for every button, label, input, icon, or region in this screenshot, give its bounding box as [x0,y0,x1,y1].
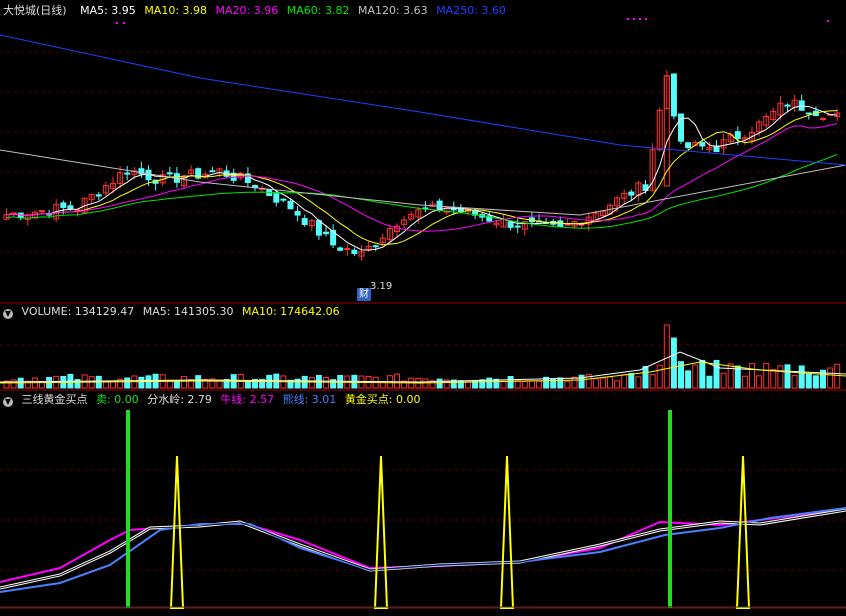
price-header: 大悦城(日线) MA5: 3.95 MA10: 3.98 MA20: 3.96 … [0,3,511,19]
candle-body [344,248,351,251]
ma10-label: MA10: 3.98 [144,4,208,17]
candle-body [74,209,81,212]
signal-dot [633,18,635,20]
candle-body [294,211,301,216]
collapse-icon[interactable]: ▼ [3,397,13,407]
candle-body [209,170,216,173]
candle-body [323,231,329,235]
volume-bar [195,375,202,389]
signal-dot [827,20,829,22]
indicator-header: ▼ 三线黄金买点 卖: 0.00 分水岭: 2.79 牛线: 2.57 熊线: … [0,392,426,408]
candle-body [166,172,173,175]
candle-body [280,198,287,201]
event-badge[interactable]: 财 [357,288,371,301]
volume-bar [685,370,692,389]
volume-bar [805,373,812,389]
candle-body [805,112,812,115]
candle-body [514,225,521,228]
sell-label: 卖: 0.00 [96,393,139,406]
volume-bar [479,379,486,389]
candle-body [507,221,514,228]
xiong-label: 熊线: 3.01 [282,393,337,406]
volume-bar [670,337,677,389]
ma20-label: MA20: 3.96 [215,4,279,17]
volume-bar [812,375,819,389]
collapse-icon[interactable]: ▼ [3,309,13,319]
volume-bar [507,376,514,389]
candle-body [301,218,308,226]
sell-bar [668,410,672,608]
indicator-title: 三线黄金买点 [21,393,88,406]
signal-dot [123,22,125,24]
candle-body [337,247,344,251]
volume-bar [486,377,493,389]
candle-body [820,117,826,120]
candle-body [273,193,280,203]
candle-body [39,210,45,213]
candle-body [685,142,692,149]
candle-body [95,194,102,197]
candle-body [699,142,706,147]
volume-bar [798,365,805,389]
volume-header: ▼ VOLUME: 134129.47 MA5: 141305.30 MA10:… [0,304,345,320]
volume-label: VOLUME: 134129.47 [21,305,135,318]
candle-body [60,202,67,208]
candle-body [784,104,791,107]
candle-body [67,205,74,210]
ma120-label: MA120: 3.63 [357,4,428,17]
candle-body [450,208,457,211]
candle-body [315,220,322,236]
ma60-label: MA60: 3.82 [286,4,350,17]
ma5-label: MA5: 3.95 [80,4,136,17]
volume-ma5-label: MA5: 141305.30 [142,305,234,318]
candle-body [628,191,635,196]
candle-body [287,200,294,210]
signal-dot [116,22,118,24]
signal-dot [645,18,647,20]
volume-bar [628,373,635,389]
volume-ma10-label: MA10: 174642.06 [241,305,340,318]
niu-label: 牛线: 2.57 [220,393,275,406]
stock-chart-stage[interactable]: 大悦城(日线) MA5: 3.95 MA10: 3.98 MA20: 3.96 … [0,0,846,613]
low-price-label: 3.19 [370,281,393,292]
volume-bar [436,378,443,389]
volume-bar [124,377,131,389]
candle-body [734,131,741,140]
volume-bar [138,376,145,389]
gold-label: 黄金买点: 0.00 [344,393,421,406]
candle-body [351,249,358,255]
ma250-label: MA250: 3.60 [436,4,506,17]
candle-body [670,73,677,117]
candle-body [564,223,571,226]
sell-bar [126,410,130,608]
volume-bar [784,364,791,389]
stock-name: 大悦城(日线) [3,4,67,17]
fenshuiling-label: 分水岭: 2.79 [147,393,212,406]
volume-bar [706,375,713,389]
candle-body [372,245,379,248]
volume-bar [557,377,564,389]
volume-bar [699,359,706,389]
signal-dot [627,18,629,20]
signal-dot [639,18,641,20]
volume-bar [642,366,649,389]
volume-bar [244,381,251,389]
candle-body [124,172,131,175]
